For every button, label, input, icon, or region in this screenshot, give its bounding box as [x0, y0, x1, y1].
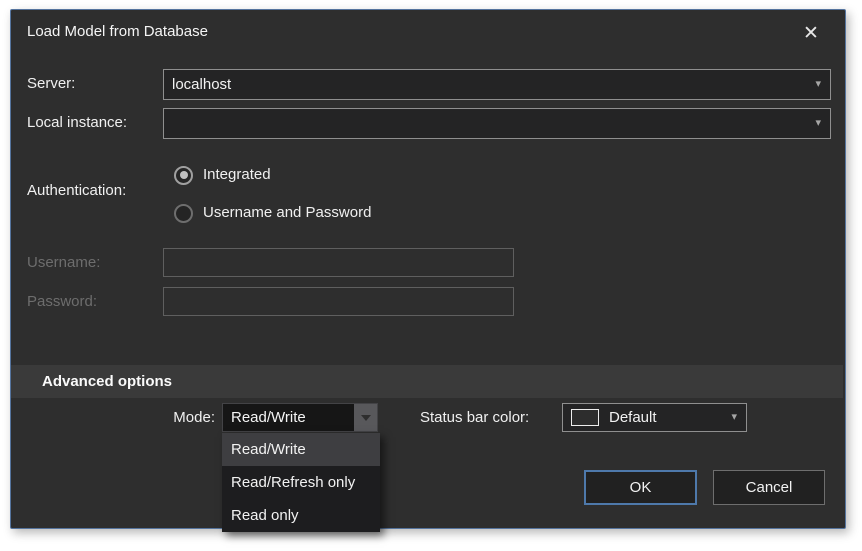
status-bar-color-value: Default	[609, 409, 657, 426]
mode-combobox[interactable]: Read/Write	[222, 403, 378, 432]
close-icon: ✕	[803, 22, 819, 44]
local-instance-label: Local instance:	[27, 114, 128, 131]
advanced-options-title: Advanced options	[42, 373, 173, 390]
mode-dropdown-list: Read/Write Read/Refresh only Read only	[222, 433, 380, 532]
radio-username-password[interactable]: Username and Password	[174, 203, 371, 223]
radio-unselected-icon	[174, 203, 193, 223]
color-swatch-icon	[571, 409, 599, 426]
mode-dropdown-button[interactable]	[354, 404, 377, 431]
close-button[interactable]: ✕	[797, 19, 825, 47]
server-combobox[interactable]: localhost ▾	[163, 69, 831, 100]
chevron-down-icon: ▾	[815, 116, 821, 129]
dropdown-option-read-only[interactable]: Read only	[222, 499, 380, 532]
radio-username-password-label: Username and Password	[203, 204, 372, 221]
cancel-button-label: Cancel	[745, 479, 793, 496]
username-label: Username:	[27, 254, 101, 271]
chevron-down-icon: ▾	[815, 77, 821, 90]
local-instance-combobox[interactable]: ▾	[163, 108, 831, 139]
radio-integrated[interactable]: Integrated	[174, 165, 271, 185]
chevron-down-icon	[360, 414, 371, 421]
server-label: Server:	[27, 75, 76, 92]
server-value: localhost	[172, 76, 232, 93]
mode-value: Read/Write	[231, 409, 306, 426]
radio-selected-icon	[174, 165, 193, 185]
status-bar-color-combobox[interactable]: Default ▾	[562, 403, 747, 432]
mode-label: Mode:	[173, 409, 215, 426]
cancel-button[interactable]: Cancel	[713, 470, 825, 505]
ok-button-label: OK	[629, 479, 652, 496]
password-field	[163, 287, 514, 316]
dropdown-option-read-refresh-only[interactable]: Read/Refresh only	[222, 466, 380, 499]
status-bar-color-label: Status bar color:	[420, 409, 530, 426]
password-label: Password:	[27, 293, 98, 310]
ok-button[interactable]: OK	[584, 470, 697, 505]
load-model-from-database-dialog: Load Model from Database ✕ Server: local…	[10, 9, 846, 532]
advanced-options-header-strip: Advanced options	[11, 365, 843, 398]
dropdown-option-read-write[interactable]: Read/Write	[222, 433, 380, 466]
radio-integrated-label: Integrated	[203, 166, 271, 183]
dialog-title: Load Model from Database	[27, 23, 208, 40]
username-field	[163, 248, 514, 277]
chevron-down-icon: ▾	[731, 411, 737, 423]
authentication-label: Authentication:	[27, 182, 127, 199]
